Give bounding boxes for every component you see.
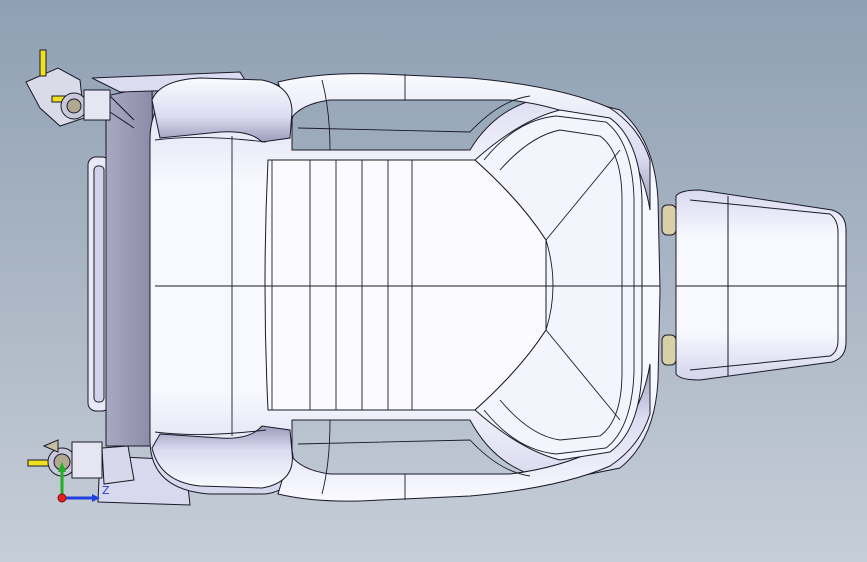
- seat-model[interactable]: [0, 0, 867, 562]
- cad-graphics-viewport[interactable]: Z: [0, 0, 867, 562]
- headrest: [661, 189, 847, 381]
- recliner-mechanism-bottom: [27, 439, 135, 485]
- seat-cushion: [149, 73, 661, 502]
- triad-z-label: Z: [102, 484, 110, 497]
